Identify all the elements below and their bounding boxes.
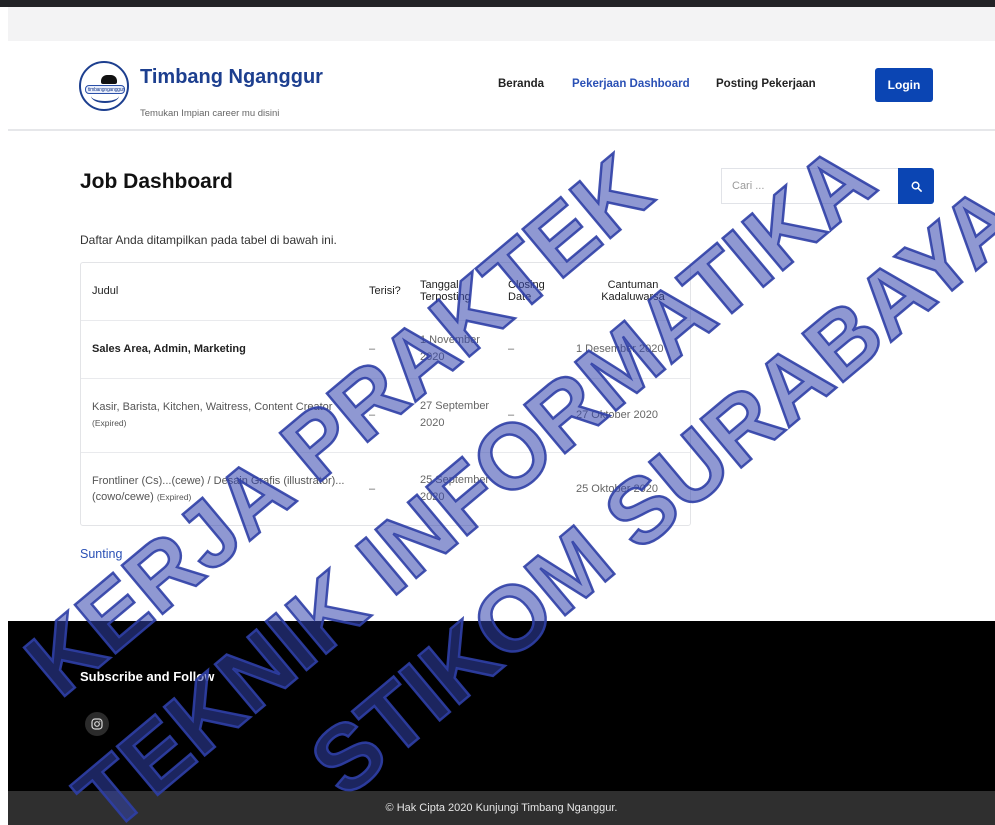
table-row: Sales Area, Admin, Marketing – 1 Novembe… [81, 320, 690, 378]
column-header-judul: Judul [92, 285, 119, 298]
column-header-tanggal-terposting: Tanggal Terposting [420, 279, 471, 304]
cell-expiry-date: 25 Oktober 2020 [576, 482, 658, 495]
cell-closing-date: – [508, 342, 515, 355]
cell-expiry-date: 27 Oktober 2020 [576, 408, 658, 421]
instagram-icon[interactable] [85, 712, 109, 736]
column-header-terisi: Terisi? [369, 285, 401, 298]
site-tagline: Temukan Impian career mu disini [140, 108, 280, 119]
cell-posted-date: 25 September 2020 [420, 474, 490, 504]
cell-expiry-date: 1 Desember 2020 [576, 342, 664, 355]
hat-icon [101, 75, 117, 84]
login-button[interactable]: Login [875, 68, 933, 102]
expired-label: (Expired) [92, 418, 127, 428]
job-title-link[interactable]: Sales Area, Admin, Marketing [92, 343, 246, 355]
search-icon [911, 181, 922, 192]
cell-closing-date: – [508, 482, 515, 495]
search-button[interactable] [898, 168, 934, 204]
cell-closing-date: – [508, 408, 515, 421]
site-logo[interactable]: timbangnganggur [79, 61, 129, 111]
table-header-row: Judul Terisi? Tanggal Terposting Closing… [81, 263, 690, 320]
expired-label: (Expired) [156, 492, 192, 503]
table-row: Frontliner (Cs)...(cewe) / Desain Grafis… [81, 452, 690, 526]
footer-title: Subscribe and Follow [80, 669, 215, 684]
cell-filled: – [369, 408, 376, 421]
column-header-kadaluwarsa: Cantuman Kadaluwarsa [601, 279, 665, 304]
cell-filled: – [369, 342, 376, 355]
copyright-text: © Hak Cipta 2020 Kunjungi Timbang Ngangg… [385, 802, 618, 814]
nav-posting-pekerjaan[interactable]: Posting Pekerjaan [716, 78, 816, 90]
nav-pekerjaan-dashboard[interactable]: Pekerjaan Dashboard [572, 78, 690, 90]
nav-beranda[interactable]: Beranda [498, 78, 544, 90]
cell-filled: – [369, 482, 376, 495]
site-footer: Subscribe and Follow [8, 621, 995, 791]
table-intro-text: Daftar Anda ditampilkan pada tabel di ba… [80, 233, 337, 247]
cell-posted-date: 1 November 2020 [420, 334, 480, 363]
job-title-link[interactable]: Frontliner (Cs)...(cewe) / Desain Grafis… [92, 475, 344, 503]
search-input[interactable] [721, 168, 898, 204]
job-dashboard-table: Judul Terisi? Tanggal Terposting Closing… [80, 262, 691, 526]
page-title: Job Dashboard [80, 170, 233, 193]
table-row: Kasir, Barista, Kitchen, Waitress, Conte… [81, 378, 690, 452]
window-top-bar [0, 0, 995, 7]
sunting-link[interactable]: Sunting [80, 547, 122, 561]
job-title-link[interactable]: Kasir, Barista, Kitchen, Waitress, Conte… [92, 401, 332, 413]
top-gray-strip [8, 7, 995, 41]
cell-posted-date: 27 September 2020 [420, 400, 490, 429]
column-header-closing-date: Closing Date [508, 279, 545, 304]
copyright-bar: © Hak Cipta 2020 Kunjungi Timbang Ngangg… [8, 791, 995, 825]
site-title[interactable]: Timbang Nganggur [140, 66, 323, 89]
